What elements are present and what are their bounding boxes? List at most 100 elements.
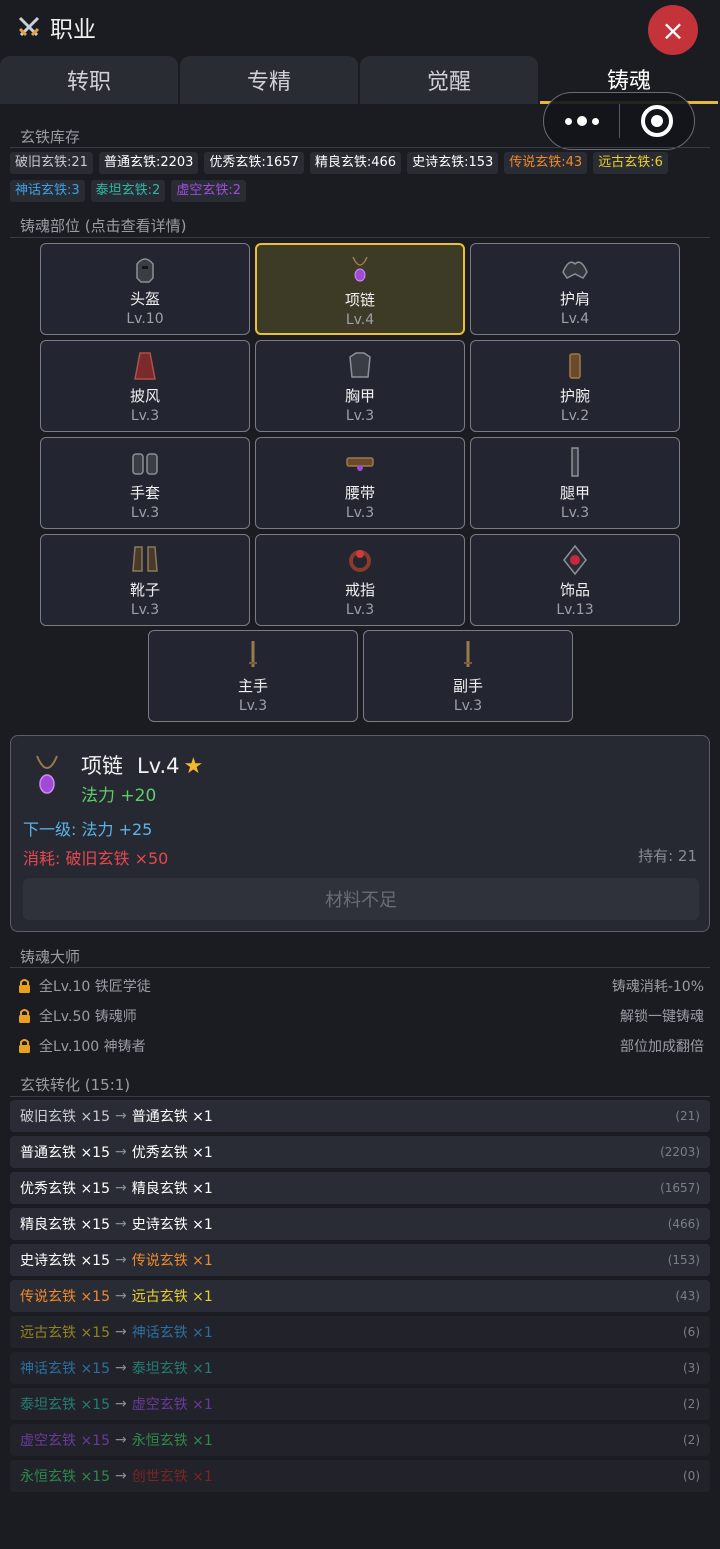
conversion-to: 创世玄铁 ×1 — [131, 1469, 213, 1485]
slot-level: Lv.3 — [345, 408, 375, 424]
slot-level: Lv.13 — [556, 602, 594, 618]
inventory-chip: 神话玄铁:3 — [10, 180, 85, 202]
conversion-from: 普通玄铁 ×15 — [20, 1145, 110, 1161]
conversion-to: 史诗玄铁 ×1 — [131, 1217, 213, 1233]
slot-ring[interactable]: 戒指 Lv.3 — [255, 534, 465, 626]
slot-main-hand[interactable]: 主手 Lv.3 — [148, 630, 358, 722]
conversion-row[interactable]: 破旧玄铁 ×15 → 普通玄铁 ×1 (21) — [10, 1100, 710, 1132]
slot-name: 披风 — [129, 387, 160, 405]
arrow-right-icon: → — [115, 1288, 127, 1304]
arrow-right-icon: → — [115, 1396, 127, 1412]
detail-next-level: 下一级: 法力 +25 — [23, 820, 153, 839]
slot-cloak[interactable]: 披风 Lv.3 — [40, 340, 250, 432]
inventory-list: 破旧玄铁:21 普通玄铁:2203 优秀玄铁:1657 精良玄铁:466 史诗玄… — [10, 152, 710, 202]
lock-icon — [19, 979, 30, 993]
slot-level: Lv.3 — [130, 408, 160, 424]
conversion-row[interactable]: 远古玄铁 ×15 → 神话玄铁 ×1 (6) — [10, 1316, 710, 1348]
master-row: 全Lv.100 神铸者 部位加成翻倍 — [18, 1034, 704, 1058]
slot-boots[interactable]: 靴子 Lv.3 — [40, 534, 250, 626]
conversion-from: 优秀玄铁 ×15 — [20, 1181, 110, 1197]
conversion-from: 破旧玄铁 ×15 — [20, 1109, 110, 1125]
tab-awakening[interactable]: 觉醒 — [360, 56, 538, 104]
conversion-from: 远古玄铁 ×15 — [20, 1325, 110, 1341]
arrow-right-icon: → — [115, 1360, 127, 1376]
conversion-row[interactable]: 精良玄铁 ×15 → 史诗玄铁 ×1 (466) — [10, 1208, 710, 1240]
slot-leg-armor[interactable]: 腿甲 Lv.3 — [470, 437, 680, 529]
slot-trinket[interactable]: 饰品 Lv.13 — [470, 534, 680, 626]
slot-name: 腰带 — [344, 484, 375, 502]
star-icon: ★ — [183, 754, 204, 779]
more-options-button[interactable] — [544, 93, 619, 149]
slot-helmet[interactable]: 头盔 Lv.10 — [40, 243, 250, 335]
divider — [10, 967, 710, 968]
slot-level: Lv.4 — [560, 311, 590, 327]
conversion-from: 永恒玄铁 ×15 — [20, 1469, 110, 1485]
slot-name: 靴子 — [129, 581, 160, 599]
master-row: 全Lv.50 铸魂师 解锁一键铸魂 — [18, 1004, 704, 1028]
slot-level: Lv.3 — [130, 602, 160, 618]
main-hand-icon — [249, 641, 257, 667]
slot-level: Lv.10 — [126, 311, 164, 327]
conversion-row[interactable]: 虚空玄铁 ×15 → 永恒玄铁 ×1 (2) — [10, 1424, 710, 1456]
conversion-owned: (6) — [683, 1325, 700, 1339]
slot-chest-armor[interactable]: 胸甲 Lv.3 — [255, 340, 465, 432]
slot-belt[interactable]: 腰带 Lv.3 — [255, 437, 465, 529]
slot-pauldron[interactable]: 护肩 Lv.4 — [470, 243, 680, 335]
inventory-label: 玄铁库存 — [20, 128, 81, 146]
slot-name: 护肩 — [559, 290, 590, 308]
crossed-swords-icon — [18, 16, 40, 37]
master-requirement: 全Lv.10 铁匠学徒 — [39, 979, 151, 995]
bracer-icon — [569, 353, 581, 379]
exit-miniprogram-button[interactable] — [620, 93, 694, 149]
conversion-row[interactable]: 普通玄铁 ×15 → 优秀玄铁 ×1 (2203) — [10, 1136, 710, 1168]
close-button[interactable]: × — [648, 5, 698, 55]
forge-button[interactable]: 材料不足 — [23, 878, 699, 920]
dot-icon — [591, 117, 599, 125]
tab-job-change[interactable]: 转职 — [0, 56, 178, 104]
slot-level: Lv.3 — [453, 698, 483, 714]
slot-off-hand[interactable]: 副手 Lv.3 — [363, 630, 573, 722]
target-icon — [640, 105, 673, 137]
slot-name: 戒指 — [344, 581, 375, 599]
conversion-to: 精良玄铁 ×1 — [131, 1181, 213, 1197]
necklace-icon — [36, 755, 58, 794]
conversion-to: 远古玄铁 ×1 — [131, 1289, 213, 1305]
conversion-from: 精良玄铁 ×15 — [20, 1217, 110, 1233]
close-icon: × — [661, 13, 685, 47]
conversion-row[interactable]: 史诗玄铁 ×15 → 传说玄铁 ×1 (153) — [10, 1244, 710, 1276]
conversion-row[interactable]: 永恒玄铁 ×15 → 创世玄铁 ×1 (0) — [10, 1460, 710, 1492]
necklace-icon — [352, 256, 368, 282]
inventory-chip: 史诗玄铁:153 — [407, 152, 499, 174]
slot-bracer[interactable]: 护腕 Lv.2 — [470, 340, 680, 432]
divider — [10, 237, 710, 238]
slot-name: 护腕 — [559, 387, 590, 405]
slot-level: Lv.3 — [560, 505, 590, 521]
slots-label: 铸魂部位 (点击查看详情) — [20, 217, 187, 235]
conversion-row[interactable]: 优秀玄铁 ×15 → 精良玄铁 ×1 (1657) — [10, 1172, 710, 1204]
divider — [10, 1096, 710, 1097]
conversion-to: 普通玄铁 ×1 — [131, 1109, 213, 1125]
belt-icon — [346, 457, 374, 471]
conversion-owned: (2203) — [660, 1145, 700, 1159]
conversion-from: 传说玄铁 ×15 — [20, 1289, 110, 1305]
conversion-owned: (153) — [667, 1253, 700, 1267]
detail-owned: 持有: 21 — [638, 847, 697, 865]
conversion-row[interactable]: 泰坦玄铁 ×15 → 虚空玄铁 ×1 (2) — [10, 1388, 710, 1420]
conversion-to: 永恒玄铁 ×1 — [131, 1433, 213, 1449]
tab-specialization[interactable]: 专精 — [180, 56, 358, 104]
detail-stat: 法力 +20 — [81, 786, 157, 806]
cloak-icon — [134, 352, 156, 380]
conversion-to: 优秀玄铁 ×1 — [131, 1145, 213, 1161]
slot-gloves[interactable]: 手套 Lv.3 — [40, 437, 250, 529]
conversion-to: 传说玄铁 ×1 — [131, 1253, 213, 1269]
leg-armor-icon — [571, 447, 579, 477]
conversion-row[interactable]: 神话玄铁 ×15 → 泰坦玄铁 ×1 (3) — [10, 1352, 710, 1384]
inventory-chip: 普通玄铁:2203 — [98, 152, 199, 174]
inventory-chip: 传说玄铁:43 — [504, 152, 588, 174]
conversion-owned: (2) — [683, 1433, 700, 1447]
trinket-icon — [563, 544, 587, 576]
inventory-chip: 精良玄铁:466 — [309, 152, 402, 174]
conversion-row[interactable]: 传说玄铁 ×15 → 远古玄铁 ×1 (43) — [10, 1280, 710, 1312]
slot-necklace[interactable]: 项链 Lv.4 — [255, 243, 465, 335]
dot-icon — [576, 116, 587, 126]
